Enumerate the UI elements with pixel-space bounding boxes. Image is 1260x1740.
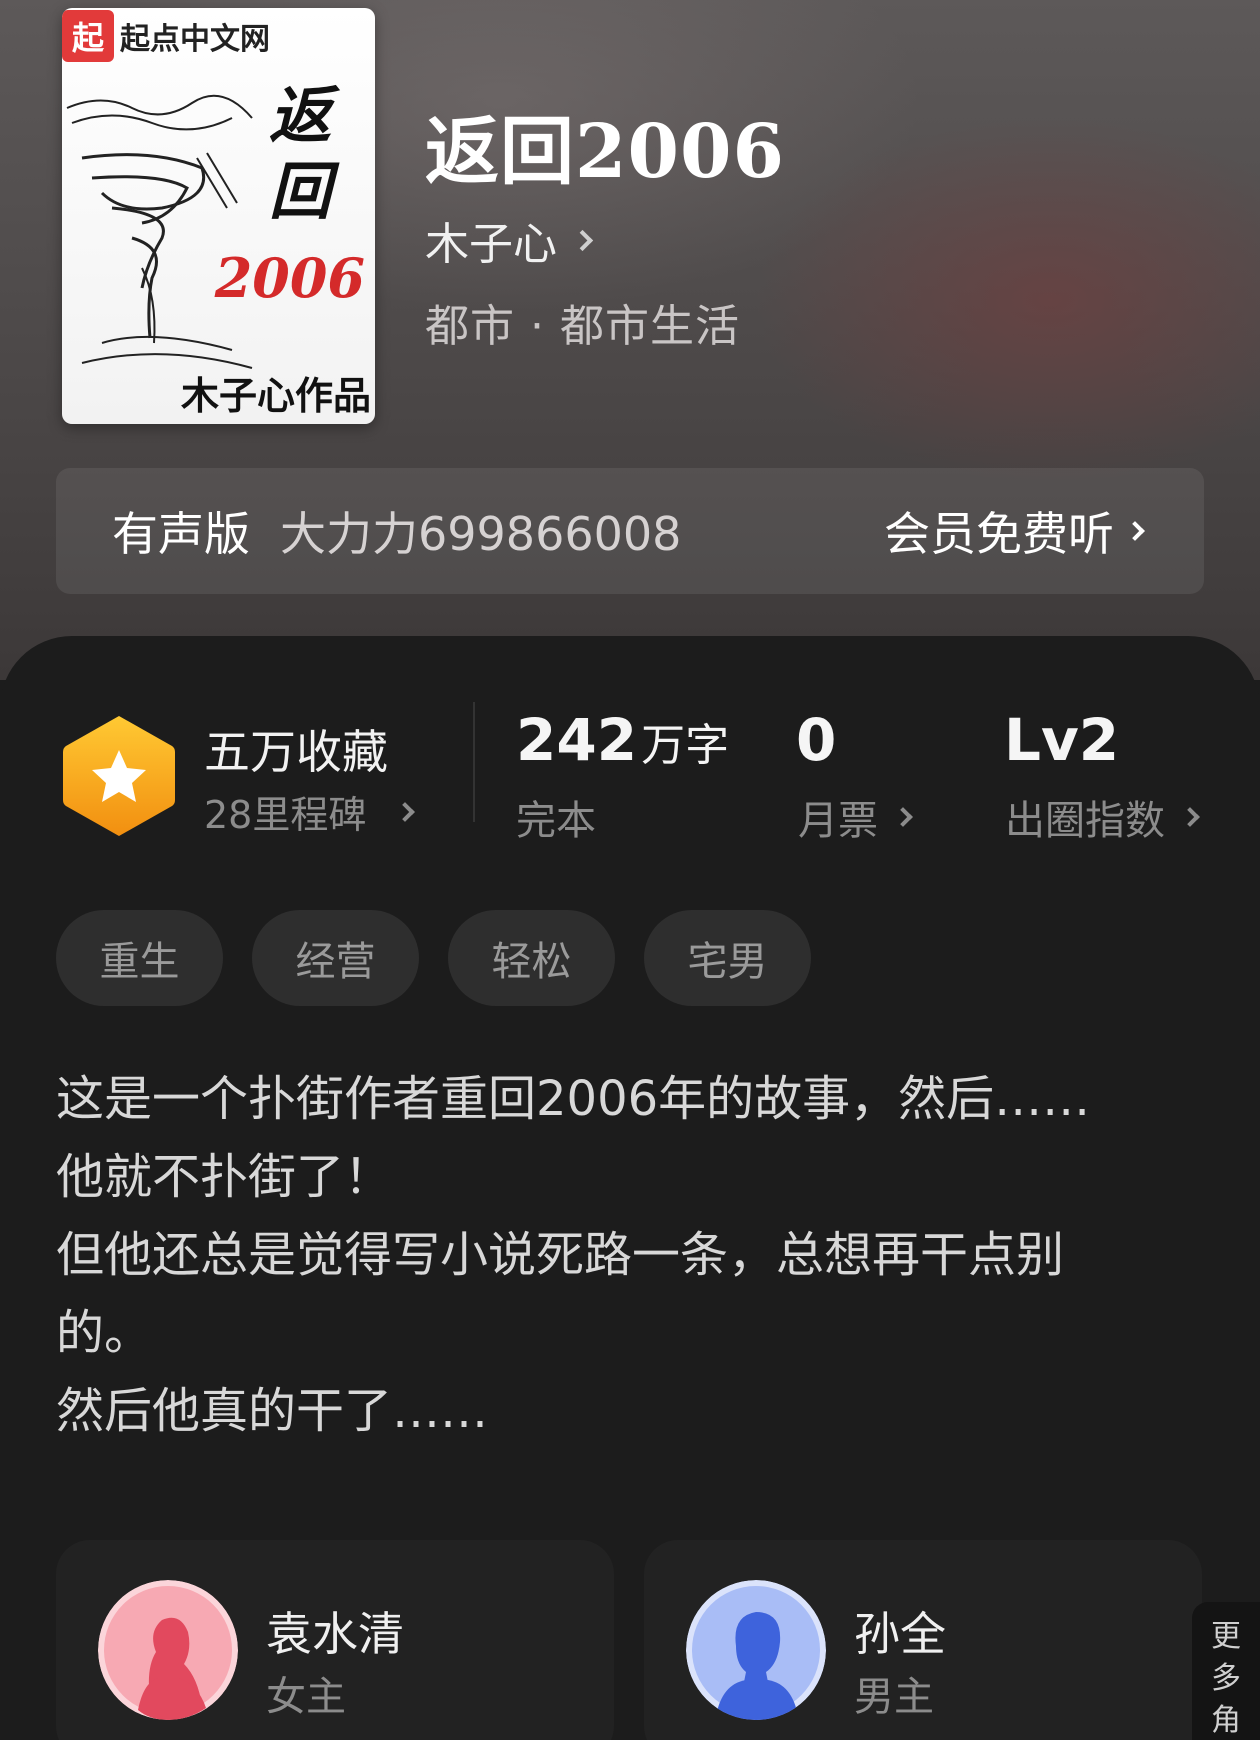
- tag-chip[interactable]: 重生: [56, 910, 223, 1006]
- character-card-male-lead[interactable]: 孙全 男主: [644, 1540, 1202, 1740]
- tornado-illustration: [66, 94, 253, 369]
- character-name: 孙全: [854, 1607, 946, 1661]
- synopsis-line: 但他还总是觉得写小说死路一条，总想再干点别: [56, 1227, 1065, 1283]
- character-role: 女主: [266, 1674, 346, 1720]
- publisher-badge-icon: 起: [62, 10, 114, 62]
- synopsis-line: 然后他真的干了……: [56, 1383, 489, 1439]
- milestones-label: 28里程碑: [204, 793, 367, 837]
- member-free-listen-label: 会员免费听: [884, 507, 1114, 561]
- member-free-listen-button[interactable]: 会员免费听: [884, 498, 1145, 564]
- cover-year: 2006: [214, 246, 365, 310]
- tag-chip[interactable]: 宅男: [644, 910, 811, 1006]
- character-name: 袁水清: [266, 1607, 404, 1661]
- word-count-number: 242: [516, 706, 638, 774]
- more-tab-char: 更: [1211, 1619, 1241, 1654]
- book-title: 返回2006: [425, 109, 785, 195]
- level-value: Lv2: [1004, 706, 1120, 774]
- chevron-right-icon: [571, 229, 594, 251]
- book-synopsis[interactable]: 这是一个扑街作者重回2006年的故事，然后…… 他就不扑街了！ 但他还总是觉得写…: [56, 1060, 1206, 1450]
- synopsis-line: 他就不扑街了！: [56, 1149, 393, 1205]
- avatar: [98, 1580, 238, 1720]
- popularity-index-link[interactable]: 出圈指数: [1005, 788, 1200, 846]
- word-count-unit: 万字: [641, 720, 730, 771]
- monthly-votes-link[interactable]: 月票: [798, 788, 913, 846]
- book-genre: 都市 · 都市生活: [425, 301, 740, 352]
- female-silhouette-icon: [98, 1580, 238, 1720]
- male-silhouette-icon: [686, 1580, 826, 1720]
- tag-list: 重生 经营 轻松 宅男: [56, 910, 811, 1006]
- milestones-link[interactable]: 28里程碑: [204, 784, 416, 839]
- star-badge-icon: [63, 716, 175, 836]
- character-role: 男主: [854, 1674, 934, 1720]
- chevron-right-icon: [395, 801, 416, 822]
- chevron-right-icon: [1180, 807, 1200, 827]
- character-card-female-lead[interactable]: 袁水清 女主: [56, 1540, 614, 1740]
- publisher-name: 起点中文网: [120, 22, 270, 57]
- monthly-votes-count: 0: [796, 706, 837, 774]
- audio-narrator: 大力力699866008: [280, 507, 682, 561]
- author-link[interactable]: 木子心: [425, 208, 594, 272]
- stat-divider: [473, 702, 475, 822]
- word-count: 242万字: [516, 706, 729, 774]
- monthly-votes-label: 月票: [798, 798, 878, 844]
- completion-status: 完本: [516, 798, 596, 844]
- more-characters-tab[interactable]: 更 多 角: [1192, 1602, 1260, 1740]
- chevron-right-icon: [893, 807, 913, 827]
- book-cover[interactable]: 起 起点中文网 返 回 2006 木子心作品: [62, 8, 375, 424]
- synopsis-line: 的。: [56, 1305, 153, 1361]
- avatar: [686, 1580, 826, 1720]
- cover-title: 返 回: [268, 79, 331, 228]
- more-tab-char: 多: [1211, 1661, 1241, 1696]
- tag-chip[interactable]: 轻松: [448, 910, 615, 1006]
- author-name: 木子心: [425, 219, 557, 270]
- publisher-logo: 起 起点中文网: [62, 8, 270, 64]
- tag-chip[interactable]: 经营: [252, 910, 419, 1006]
- synopsis-line: 这是一个扑街作者重回2006年的故事，然后……: [56, 1071, 1091, 1127]
- more-tab-char: 角: [1211, 1703, 1241, 1738]
- popularity-index-label: 出圈指数: [1005, 798, 1165, 844]
- audio-label: 有声版: [112, 507, 250, 561]
- audio-version-bar[interactable]: 有声版 大力力699866008 会员免费听: [56, 468, 1204, 594]
- chevron-right-icon: [1125, 521, 1145, 541]
- favorites-count: 五万收藏: [204, 725, 388, 779]
- cover-author-credit: 木子心作品: [180, 374, 371, 418]
